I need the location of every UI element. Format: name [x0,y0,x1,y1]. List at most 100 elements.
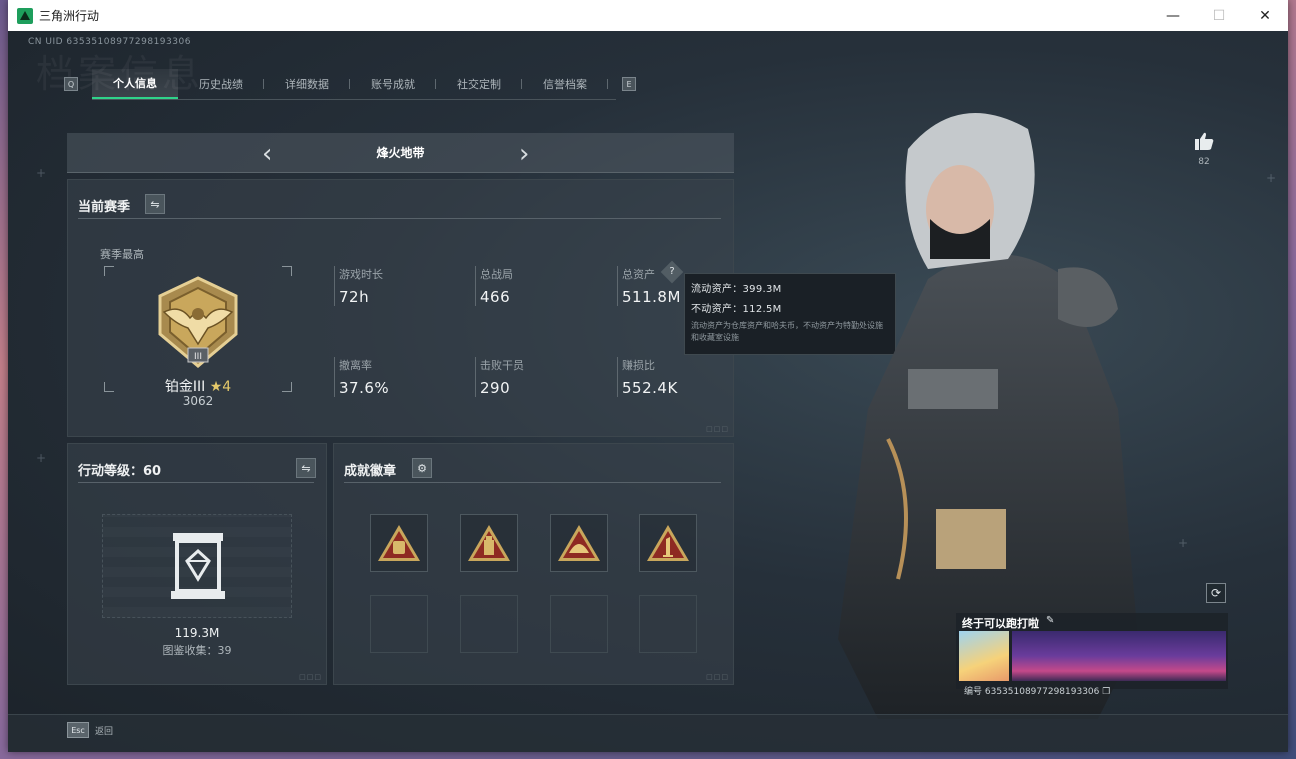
tab-next-key[interactable]: E [622,77,636,91]
level-panel: 行动等级：60 ⇋ 119.3M 图鉴收集：39 □□□ [67,443,327,685]
panel-decor: □□□ [706,425,729,433]
like-count: 82 [1198,157,1210,167]
badge-slot-empty[interactable] [370,595,428,653]
tab-credit-record[interactable]: 信誉档案 [522,69,608,99]
stat-total-matches: 总战局 466 [475,266,513,306]
season-panel: 当前赛季 ⇋ 赛季最高 III 铂金III ★4 3062 游戏时长 72h 总… [67,179,734,437]
collection-case-icon [171,533,225,599]
collection-count: 图鉴收集：39 [162,644,232,657]
level-divider [78,482,314,483]
assets-help-icon[interactable]: ? [660,260,684,284]
stat-value: 511.8M [622,288,681,306]
season-best-label: 赛季最高 [100,248,144,261]
stat-label: 击败干员 [480,359,524,372]
badge-slot[interactable] [639,514,697,572]
season-divider [78,218,721,219]
stat-value: 466 [480,288,511,306]
badges-panel: 成就徽章 ⚙ □□□ [333,443,734,685]
close-button[interactable]: ✕ [1242,0,1288,31]
player-banner[interactable] [1012,631,1226,681]
decor-plus: + [36,451,47,465]
badge-backpack-icon [378,525,420,561]
mode-selector: ‹ 烽火地带 › [67,133,734,173]
rank-name: 铂金III ★4 [104,376,292,396]
level-swap-button[interactable]: ⇋ [296,458,316,478]
game-window: 三角洲行动 — ☐ ✕ 档案信息 CN UID 6353510897729819… [8,0,1288,752]
rank-score: 3062 [182,394,214,408]
like-area[interactable]: 82 [1188,131,1220,167]
game-area: 档案信息 CN UID 63535108977298193306 + + + +… [8,31,1288,752]
refresh-button[interactable]: ⟳ [1206,583,1226,603]
rank-display: III 铂金III ★4 3062 [104,266,292,408]
badges-divider [344,482,721,483]
badge-slot[interactable] [370,514,428,572]
stat-value: 552.4K [622,379,678,397]
tab-personal-info[interactable]: 个人信息 [92,69,178,99]
stat-label: 撤离率 [339,359,372,372]
panel-decor: □□□ [299,673,322,681]
tab-detailed-data[interactable]: 详细数据 [264,69,350,99]
tab-achievements[interactable]: 账号成就 [350,69,436,99]
decor-plus: + [1266,171,1277,185]
svg-text:III: III [194,352,202,362]
player-nameplate: 终于可以跑打啦 ✎ [956,613,1228,689]
decor-plus: + [36,166,47,180]
maximize-button[interactable]: ☐ [1196,0,1242,31]
player-id: 编号 63535108977298193306 ❐ [964,684,1110,697]
stat-value: 72h [339,288,370,306]
app-logo-icon [17,7,33,24]
stat-play-time: 游戏时长 72h [334,266,383,306]
minimize-button[interactable]: — [1150,0,1196,31]
badge-slot[interactable] [460,514,518,572]
season-swap-button[interactable]: ⇋ [145,194,165,214]
rank-medal-icon: III [158,276,238,368]
tab-prev-key[interactable]: Q [64,77,78,91]
stat-label: 赚损比 [622,359,655,372]
uid-label: CN UID 63535108977298193306 [28,37,191,47]
stat-operators-defeated: 击败干员 290 [475,357,524,397]
stat-extraction-rate: 撤离率 37.6% [334,357,389,397]
collection-value: 119.3M [174,626,220,640]
stat-value: 290 [480,379,511,397]
frame-corner [282,266,292,276]
stat-label: 游戏时长 [339,268,383,281]
bottom-bar [8,714,1288,752]
rank-tier: 铂金III [164,379,206,395]
back-button[interactable]: Esc 返回 [67,722,113,738]
player-name: 终于可以跑打啦 [962,617,1039,630]
help-glyph: ? [669,266,675,277]
stat-value: 37.6% [339,379,390,397]
mode-title: 烽火地带 [376,146,425,160]
badge-slot-empty[interactable] [550,595,608,653]
edit-name-icon[interactable]: ✎ [1046,615,1054,626]
window-title: 三角洲行动 [39,9,100,23]
back-label: 返回 [95,726,114,737]
player-id-text: 编号 63535108977298193306 [964,687,1100,697]
badges-title: 成就徽章 [344,464,397,479]
badge-canister-icon [468,525,510,561]
tab-match-history[interactable]: 历史战绩 [178,69,264,99]
panel-decor: □□□ [706,673,729,681]
esc-key-icon: Esc [67,722,89,738]
window-controls: — ☐ ✕ [1150,0,1288,31]
rank-stars: ★4 [209,379,232,395]
badge-helmet-icon [558,525,600,561]
badge-slot[interactable] [550,514,608,572]
level-title: 行动等级：60 [78,464,162,479]
season-title: 当前赛季 [78,200,131,215]
copy-icon[interactable]: ❐ [1102,687,1110,697]
badge-number-one-icon [647,525,689,561]
thumbs-up-icon [1195,132,1214,150]
tab-divider [92,99,616,100]
stat-label: 总战局 [480,268,513,281]
badge-slot-empty[interactable] [639,595,697,653]
badge-slot-empty[interactable] [460,595,518,653]
player-avatar[interactable] [959,631,1009,681]
badges-settings-button[interactable]: ⚙ [412,458,432,478]
collection-card[interactable] [102,514,292,618]
stat-profit-loss-ratio: 赚损比 552.4K [617,357,678,397]
mode-next-arrow-icon[interactable]: › [519,139,529,169]
tab-social-custom[interactable]: 社交定制 [436,69,522,99]
mode-prev-arrow-icon[interactable]: ‹ [262,139,272,169]
frame-corner [104,266,114,276]
